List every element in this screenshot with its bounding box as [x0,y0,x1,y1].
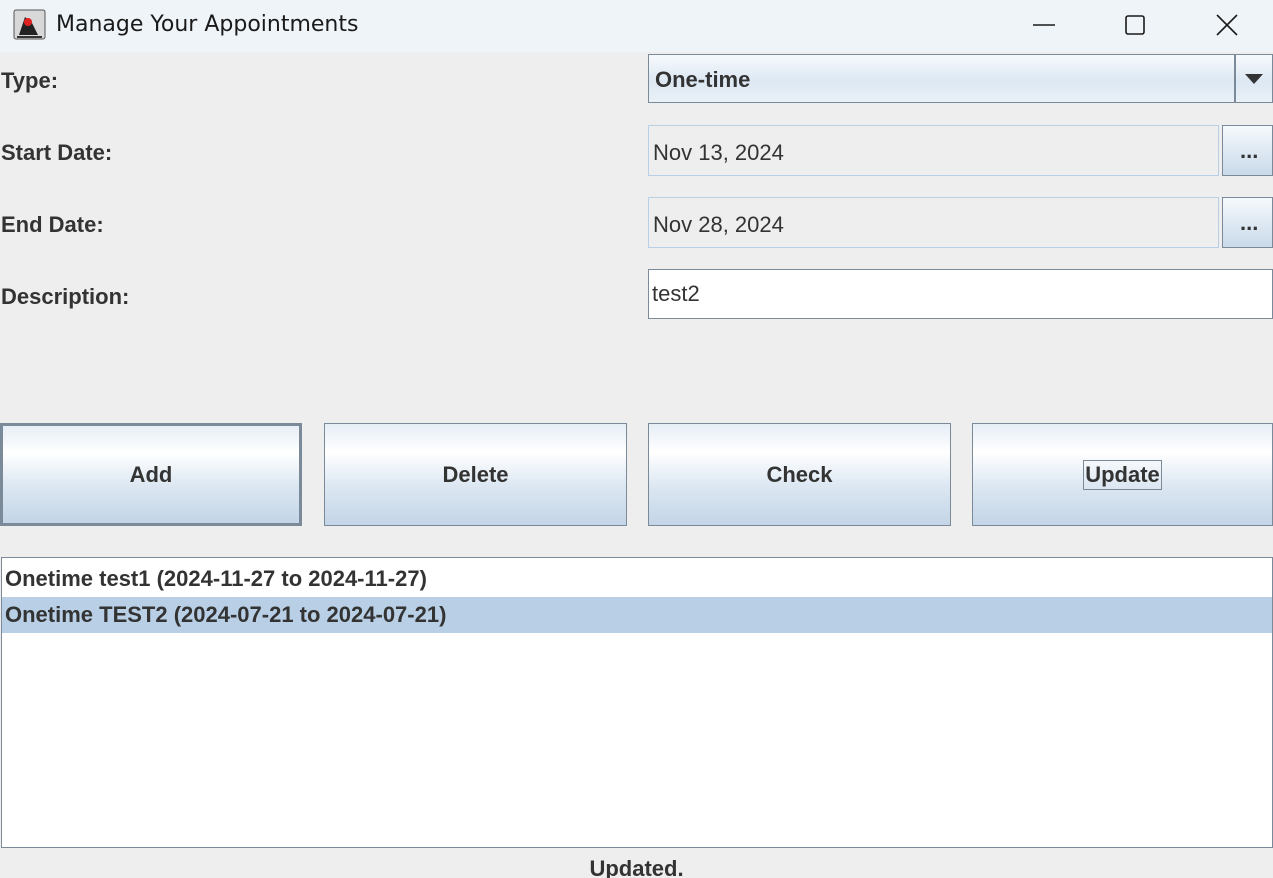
start-date-field[interactable]: Nov 13, 2024 [648,125,1219,176]
update-button[interactable]: Update [972,423,1273,526]
type-selected-value: One-time [655,67,751,92]
add-button-label: Add [129,461,173,487]
description-field[interactable] [648,269,1273,319]
picker-ellipsis: ... [1240,138,1259,163]
close-button[interactable] [1181,0,1273,50]
delete-button-label: Delete [442,461,509,487]
dropdown-arrow-button[interactable] [1234,55,1272,102]
end-date-label: End Date: [1,212,104,237]
end-date-value: Nov 28, 2024 [653,212,784,237]
minimize-button[interactable] [998,0,1090,50]
start-date-value: Nov 13, 2024 [653,140,784,165]
list-item[interactable]: Onetime test1 (2024-11-27 to 2024-11-27) [2,561,1272,597]
description-input[interactable] [652,270,1262,318]
end-date-picker-button[interactable]: ... [1222,197,1273,248]
close-icon [1216,14,1238,36]
delete-button[interactable]: Delete [324,423,627,526]
end-date-field[interactable]: Nov 28, 2024 [648,197,1219,248]
picker-ellipsis: ... [1240,210,1259,235]
type-combobox[interactable]: One-time [648,54,1273,103]
description-label: Description: [1,284,130,309]
appointment-list[interactable]: Onetime test1 (2024-11-27 to 2024-11-27)… [1,557,1273,848]
type-label: Type: [1,68,59,93]
list-item-selected[interactable]: Onetime TEST2 (2024-07-21 to 2024-07-21) [2,597,1272,633]
title-bar: Manage Your Appointments [0,0,1273,52]
add-button[interactable]: Add [0,423,302,526]
minimize-icon [1033,24,1055,26]
status-message: Updated. [589,856,684,878]
start-date-picker-button[interactable]: ... [1222,125,1273,176]
window-title: Manage Your Appointments [56,12,359,37]
check-button-label: Check [766,461,833,487]
maximize-button[interactable] [1089,0,1181,50]
update-button-label: Update [1083,459,1162,490]
check-button[interactable]: Check [648,423,951,526]
java-duke-icon [13,9,46,40]
start-date-label: Start Date: [1,140,113,165]
chevron-down-icon [1245,73,1263,84]
maximize-icon [1125,15,1145,35]
